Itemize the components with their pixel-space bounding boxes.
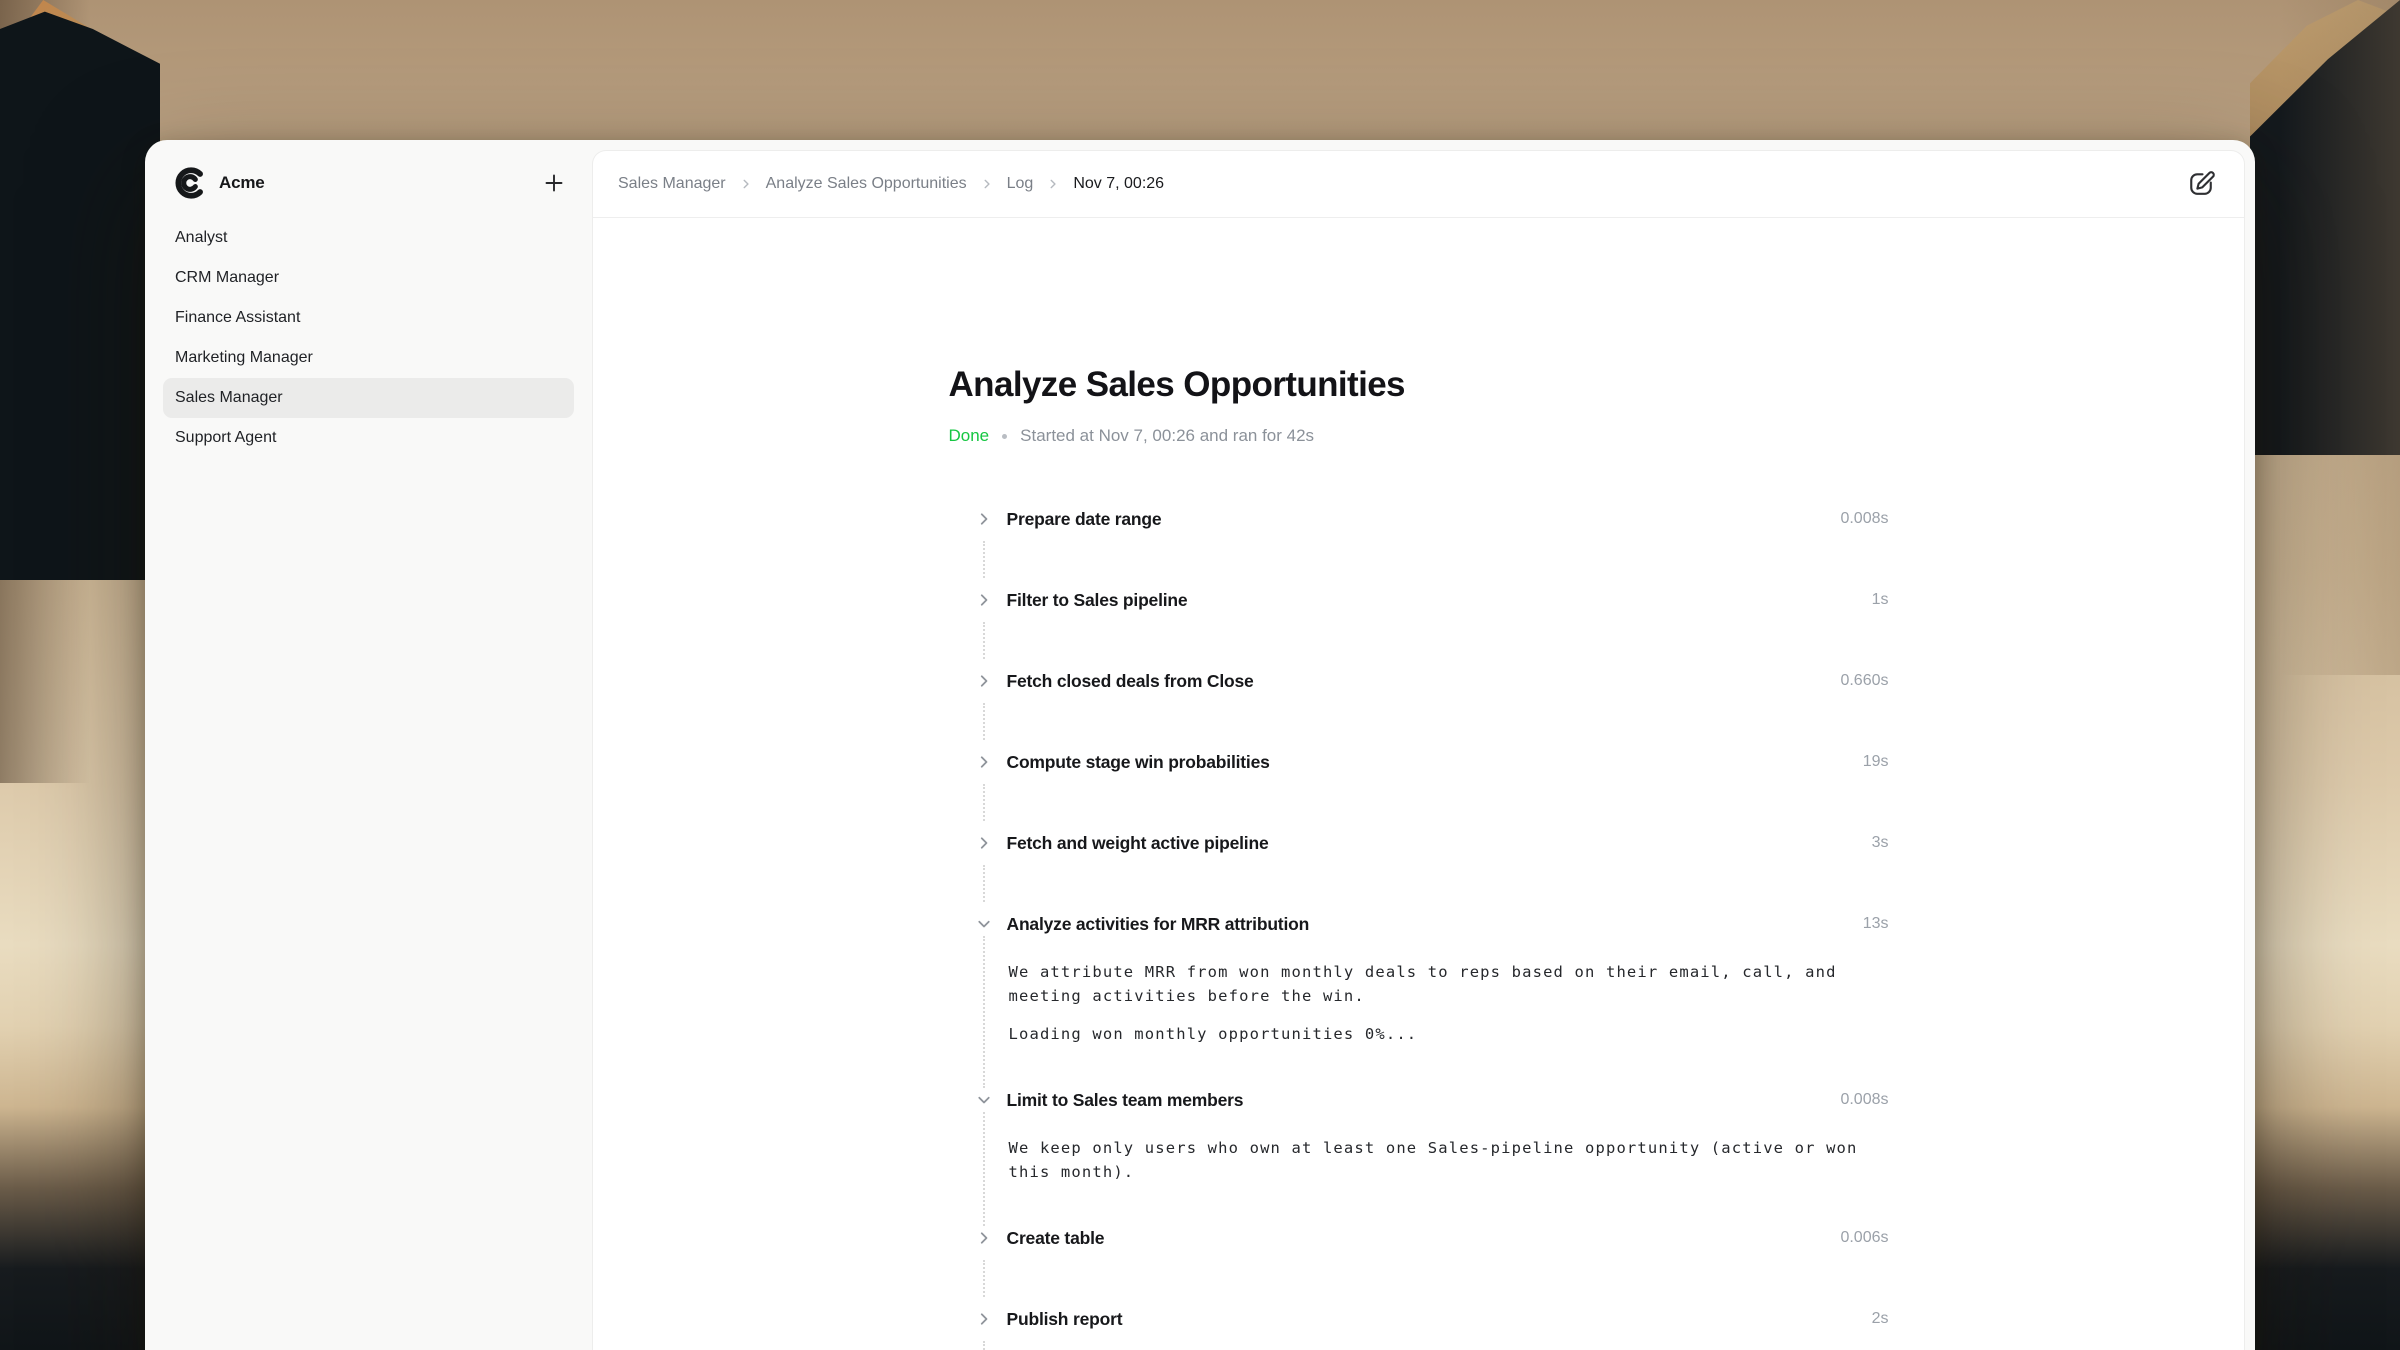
brand: Acme [173,166,265,200]
step-row[interactable]: Prepare date range 0.008s [949,507,1889,531]
step-row[interactable]: Limit to Sales team members 0.008s [949,1088,1889,1112]
wallpaper-foreground-left [0,0,160,580]
desktop: Acme AnalystCRM ManagerFinance Assistant… [0,0,2400,1350]
step-row[interactable]: Compute stage win probabilities 19s [949,750,1889,774]
step-duration: 1s [1872,591,1889,609]
step-name: Limit to Sales team members [1007,1090,1244,1111]
new-agent-button[interactable] [538,167,570,199]
step: Publish report 2s [949,1307,1889,1350]
step-row[interactable]: Filter to Sales pipeline 1s [949,588,1889,612]
step-connector [949,855,1889,912]
org-name: Acme [219,173,265,193]
step: Prepare date range 0.008s [949,507,1889,588]
step: Fetch and weight active pipeline 3s [949,831,1889,912]
breadcrumb-separator-icon [1046,177,1060,191]
sidebar-item-support-agent[interactable]: Support Agent [163,418,574,458]
step: Analyze activities for MRR attribution 13… [949,912,1889,1088]
plus-icon [542,171,566,195]
sidebar: Acme AnalystCRM ManagerFinance Assistant… [145,140,592,1350]
sidebar-item-finance-assistant[interactable]: Finance Assistant [163,298,574,338]
step-log-output: We attribute MRR from won monthly deals … [983,936,1889,1088]
chevron-right-icon [975,1229,993,1247]
step-name: Prepare date range [1007,509,1162,530]
step-duration: 3s [1872,834,1889,852]
sidebar-item-sales-manager[interactable]: Sales Manager [163,378,574,418]
run-title: Analyze Sales Opportunities [949,365,1889,405]
panel-header: Sales Manager Analyze Sales Opportunities… [593,151,2244,218]
main-panel: Sales Manager Analyze Sales Opportunities… [592,150,2245,1350]
step-log-line: We keep only users who own at least one … [1009,1136,1873,1184]
edit-square-icon [2186,169,2216,199]
step-connector [949,774,1889,831]
agent-list: AnalystCRM ManagerFinance AssistantMarke… [145,218,592,458]
step-duration: 2s [1872,1310,1889,1328]
breadcrumb-item[interactable]: Nov 7, 00:26 [1073,175,1164,193]
step-row[interactable]: Create table 0.006s [949,1226,1889,1250]
step-connector [949,1331,1889,1350]
step-log-output: We keep only users who own at least one … [983,1112,1889,1226]
run-meta: Started at Nov 7, 00:26 and ran for 42s [1020,426,1314,446]
step-name: Analyze activities for MRR attribution [1007,914,1310,935]
sidebar-item-crm-manager[interactable]: CRM Manager [163,258,574,298]
status-badge: Done [949,426,990,446]
breadcrumb-item[interactable]: Log [1007,175,1034,193]
step-log-line: We attribute MRR from won monthly deals … [1009,960,1873,1008]
step-row[interactable]: Fetch closed deals from Close 0.660s [949,669,1889,693]
step-log-line: Loading won monthly opportunities 0%... [1009,1022,1873,1046]
step-duration: 0.660s [1840,672,1888,690]
step-name: Fetch closed deals from Close [1007,671,1254,692]
breadcrumb-item[interactable]: Analyze Sales Opportunities [766,175,967,193]
breadcrumb-separator-icon [980,177,994,191]
sidebar-header: Acme [145,140,592,200]
chevron-right-icon [975,834,993,852]
step-duration: 13s [1863,915,1889,933]
chevron-right-icon [975,753,993,771]
step-connector [949,693,1889,750]
step-duration: 0.006s [1840,1229,1888,1247]
step-connector [949,531,1889,588]
status-separator-dot [1002,434,1007,439]
step-connector [949,1250,1889,1307]
breadcrumb-item[interactable]: Sales Manager [618,175,726,193]
chevron-right-icon [975,1310,993,1328]
step: Create table 0.006s [949,1226,1889,1307]
breadcrumb: Sales Manager Analyze Sales Opportunities… [618,175,1164,193]
step-name: Fetch and weight active pipeline [1007,833,1269,854]
step-duration: 19s [1863,753,1889,771]
chevron-right-icon [975,591,993,609]
sidebar-item-marketing-manager[interactable]: Marketing Manager [163,338,574,378]
app-window: Acme AnalystCRM ManagerFinance Assistant… [145,140,2255,1350]
step-duration: 0.008s [1840,510,1888,528]
step-name: Compute stage win probabilities [1007,752,1270,773]
step-duration: 0.008s [1840,1091,1888,1109]
step-row[interactable]: Publish report 2s [949,1307,1889,1331]
acme-logo-icon [173,166,207,200]
step-row[interactable]: Analyze activities for MRR attribution 13… [949,912,1889,936]
chevron-down-icon [975,915,993,933]
step-name: Create table [1007,1228,1105,1249]
run-status-line: Done Started at Nov 7, 00:26 and ran for… [949,426,1889,446]
step: Filter to Sales pipeline 1s [949,588,1889,669]
chevron-right-icon [975,672,993,690]
sidebar-item-analyst[interactable]: Analyst [163,218,574,258]
run-view: Analyze Sales Opportunities Done Started… [949,218,1889,1350]
edit-button[interactable] [2182,165,2220,203]
step-name: Filter to Sales pipeline [1007,590,1188,611]
step-list: Prepare date range 0.008s Filter to Sales … [949,507,1889,1350]
chevron-down-icon [975,1091,993,1109]
step-row[interactable]: Fetch and weight active pipeline 3s [949,831,1889,855]
step: Limit to Sales team members 0.008s We keep… [949,1088,1889,1226]
step-connector [949,612,1889,669]
breadcrumb-separator-icon [739,177,753,191]
chevron-right-icon [975,510,993,528]
step-name: Publish report [1007,1309,1123,1330]
step: Compute stage win probabilities 19s [949,750,1889,831]
step: Fetch closed deals from Close 0.660s [949,669,1889,750]
